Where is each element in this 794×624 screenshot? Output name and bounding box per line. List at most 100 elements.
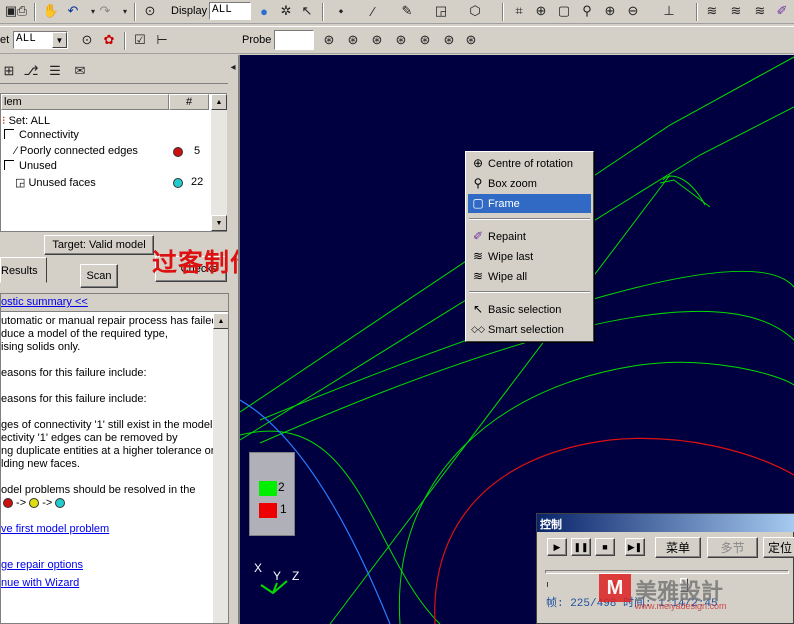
menu-item-smart-selection[interactable]: ◇◇ Smart selection [468, 320, 591, 339]
target-button[interactable]: Target: Valid model [44, 235, 154, 255]
brush-icon[interactable]: ✐ [773, 2, 791, 20]
zoom-icon: ⚲ [473, 176, 483, 190]
menu-item-frame[interactable]: ▢ Frame [468, 194, 591, 213]
tree-item-connectivity[interactable]: Connectivity [19, 129, 79, 141]
tree-tab-icon[interactable]: ⊞ [0, 62, 18, 80]
menu-item-label: Repaint [488, 230, 526, 243]
tree-item-set[interactable]: ⁝ Set: ALL [2, 114, 50, 127]
hand-icon[interactable]: ✋ [42, 2, 60, 20]
measure-icon[interactable]: ⊢ [153, 31, 171, 49]
face-icon[interactable]: ◲ [432, 2, 450, 20]
zoom-in-icon[interactable]: ⊕ [601, 2, 619, 20]
menu-item-centre-of-rotation[interactable]: ⊕ Centre of rotation [468, 154, 591, 173]
menu-button[interactable]: 菜单 [655, 537, 701, 558]
binoculars-icon[interactable]: ⊙ [78, 31, 96, 49]
stop-button[interactable]: ■ [595, 538, 615, 556]
line-icon[interactable]: ⁄ [364, 2, 382, 20]
settings-tab-icon[interactable]: ☰ [46, 62, 64, 80]
chevron-down-icon[interactable]: ▾ [116, 2, 134, 20]
redo-icon[interactable]: ↷ [96, 2, 114, 20]
scroll-up-icon[interactable]: ▲ [211, 94, 227, 110]
diag-line: ectivity '1' edges can be removed by [1, 432, 178, 444]
tree-item-count: 22 [191, 176, 204, 188]
locate-button[interactable]: 定位 [763, 537, 794, 558]
scan-button[interactable]: Scan [80, 264, 118, 288]
diagnostic-scrollbar[interactable]: ▲ [213, 313, 228, 623]
rotate-icon[interactable]: ⊕ [532, 2, 550, 20]
playback-control-window: 控制 ▶ ❚❚ ■ ▶❚ 菜单 多节 定位 帧: 225/498 时间: 1:1… [536, 513, 794, 624]
zoom-out-icon[interactable]: ⊖ [624, 2, 642, 20]
menu-separator [469, 291, 590, 293]
checklist-icon[interactable]: ☑ [131, 31, 149, 49]
display-combo[interactable]: ALL [209, 2, 251, 20]
solid-icon[interactable]: ⬡ [466, 2, 484, 20]
tree-scrollbar[interactable]: ▲ ▼ [211, 94, 227, 231]
play-button[interactable]: ▶ [547, 538, 567, 556]
menu-item-wipe-last[interactable]: ≋ Wipe last [468, 247, 591, 266]
display-label: Display [171, 5, 208, 17]
gear-icon[interactable]: ✲ [277, 2, 295, 20]
solve-first-problem-link[interactable]: ve first model problem [1, 523, 109, 535]
probe-icon-5[interactable]: ⊛ [416, 31, 434, 49]
legend-box: 2 1 [249, 452, 295, 536]
column-header-item[interactable]: lem [1, 94, 169, 110]
diag-line: ges of connectivity '1' still exist in t… [1, 419, 213, 431]
separator [124, 32, 126, 50]
scroll-down-icon[interactable]: ▼ [211, 215, 227, 231]
fit-icon[interactable]: ⌗ [510, 2, 528, 20]
probe-icon-3[interactable]: ⊛ [368, 31, 386, 49]
menu-item-basic-selection[interactable]: ↖ Basic selection [468, 300, 591, 319]
edit-icon[interactable]: ✎ [398, 2, 416, 20]
diagnostic-text: utomatic or manual repair process has fa… [1, 314, 213, 623]
menu-item-repaint[interactable]: ✐ Repaint [468, 227, 591, 246]
tree-item-label: Set: ALL [8, 115, 51, 127]
diag-line: lding new faces. [1, 458, 80, 470]
probe-input[interactable] [274, 30, 314, 50]
diagnostic-summary-link[interactable]: ostic summary << [1, 296, 88, 308]
change-repair-options-link[interactable]: ge repair options [1, 559, 83, 571]
tree-item-label: Unused faces [28, 177, 96, 189]
wipe-last-icon[interactable]: ≋ [727, 2, 745, 20]
tree-item-unused-faces[interactable]: ◲ Unused faces [15, 176, 96, 189]
repaint-icon[interactable]: ≋ [703, 2, 721, 20]
binoculars-icon[interactable]: ⊙ [141, 2, 159, 20]
zoom-icon[interactable]: ⚲ [578, 2, 596, 20]
wizard-tab-icon[interactable]: ⎇ [22, 62, 40, 80]
separator [502, 3, 504, 21]
probe-icon-7[interactable]: ⊛ [462, 31, 480, 49]
repaint-icon: ✐ [472, 229, 484, 243]
legend-swatch-red [259, 503, 277, 518]
probe-icon-2[interactable]: ⊛ [344, 31, 362, 49]
pointer-icon[interactable]: ↖ [298, 2, 316, 20]
menu-item-wipe-all[interactable]: ≋ Wipe all [468, 267, 591, 286]
tab-results[interactable]: Results [0, 257, 47, 283]
point-icon[interactable]: ⬩ [332, 2, 350, 20]
scroll-up-icon[interactable]: ▲ [213, 313, 228, 329]
next-button[interactable]: ▶❚ [625, 538, 645, 556]
wipe-all-icon[interactable]: ≋ [751, 2, 769, 20]
pause-button[interactable]: ❚❚ [571, 538, 591, 556]
continue-wizard-link[interactable]: nue with Wizard [1, 577, 79, 589]
print-icon[interactable]: ⎙ [13, 2, 31, 20]
chevron-down-icon[interactable]: ▼ [52, 32, 67, 48]
brand-url: www.meiyadesign.com [635, 601, 727, 611]
frame-icon[interactable]: ▢ [555, 2, 573, 20]
menu-item-label: Wipe last [488, 250, 534, 263]
notes-tab-icon[interactable]: ✉ [71, 62, 89, 80]
menu-item-box-zoom[interactable]: ⚲ Box zoom [468, 174, 591, 193]
diag-line: utomatic or manual repair process has fa… [1, 315, 213, 327]
globe-icon[interactable]: ● [255, 2, 273, 20]
control-window-title[interactable]: 控制 [537, 514, 794, 532]
multi-segment-button[interactable]: 多节 [707, 537, 758, 558]
probe-icon-4[interactable]: ⊛ [392, 31, 410, 49]
column-header-count[interactable]: # [169, 94, 209, 110]
color-wheel-icon[interactable]: ✿ [100, 31, 118, 49]
tree-item-poorly-connected[interactable]: ⁄ Poorly connected edges [15, 145, 138, 157]
undo-icon[interactable]: ↶ [64, 2, 82, 20]
tree-item-unused[interactable]: Unused [19, 160, 57, 172]
tree-item-label: Unused [19, 160, 57, 172]
diag-line: ng duplicate entities at a higher tolera… [1, 445, 213, 457]
axis-icon[interactable]: ⊥ [660, 2, 678, 20]
probe-icon-1[interactable]: ⊛ [320, 31, 338, 49]
probe-icon-6[interactable]: ⊛ [440, 31, 458, 49]
